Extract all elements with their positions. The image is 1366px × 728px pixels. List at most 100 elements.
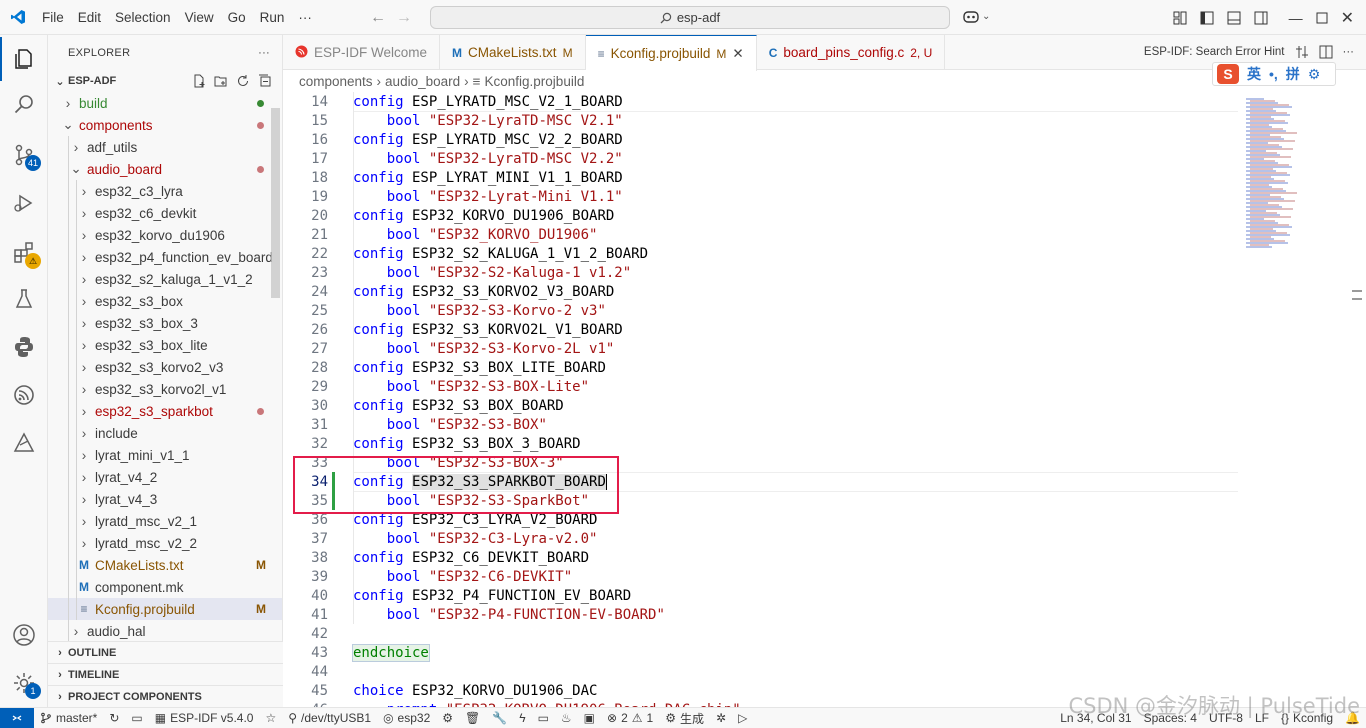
tree-item[interactable]: › esp32_s3_box (48, 290, 282, 312)
ime-settings-gear-icon[interactable]: ⚙ (1308, 66, 1321, 83)
encoding[interactable]: UTF-8 (1203, 711, 1249, 725)
command-center-search[interactable]: esp-adf (430, 6, 950, 29)
end-of-line[interactable]: LF (1249, 711, 1275, 725)
search-error-hint-button[interactable]: ESP-IDF: Search Error Hint (1144, 46, 1285, 58)
target-status[interactable]: ◎ esp32 (377, 711, 436, 725)
breadcrumb-item[interactable]: Kconfig.projbuild (485, 74, 585, 89)
code-editor[interactable]: 14 config ESP_LYRATD_MSC_V2_1_BOARD 15 boo… (283, 92, 1238, 707)
tree-item[interactable]: › esp32_s2_kaluga_1_v1_2 (48, 268, 282, 290)
tree-item[interactable]: › esp32_s3_korvo2l_v1 (48, 378, 282, 400)
new-folder-icon[interactable] (214, 74, 228, 88)
search-icon[interactable] (0, 83, 48, 127)
python-icon[interactable] (0, 325, 48, 369)
split-editor-icon[interactable] (1319, 45, 1333, 59)
debug-button[interactable]: ✲ (710, 711, 732, 725)
menu-view[interactable]: View (178, 0, 221, 35)
tree-item[interactable]: › lyratd_msc_v2_1 (48, 510, 282, 532)
minimap[interactable] (1238, 92, 1366, 707)
refresh-icon[interactable] (236, 74, 250, 88)
monitor-button[interactable]: ▭ (532, 711, 555, 725)
workspace-folder-button[interactable]: ▭ (125, 711, 148, 725)
new-file-icon[interactable] (192, 74, 206, 88)
tree-item[interactable]: › include (48, 422, 282, 444)
maximize-icon[interactable] (1316, 12, 1328, 24)
more-actions-icon[interactable]: ··· (1343, 46, 1355, 58)
tree-item[interactable]: › esp32_s3_box_3 (48, 312, 282, 334)
tree-item[interactable]: › esp32_c6_devkit (48, 202, 282, 224)
remote-indicator[interactable] (0, 707, 34, 728)
outline-panel-header[interactable]: › OUTLINE (48, 641, 283, 663)
graph-icon[interactable] (0, 421, 48, 465)
sync-button[interactable]: ↻ (103, 711, 125, 725)
close-tab-icon[interactable]: ✕ (732, 46, 743, 62)
ime-language-toggle[interactable]: 英 (1247, 64, 1261, 84)
menu-go[interactable]: Go (221, 0, 253, 35)
toggle-secondary-sidebar-icon[interactable] (1254, 11, 1268, 25)
esp-idf-icon[interactable] (0, 373, 48, 417)
extensions-icon[interactable]: ⚠ (0, 231, 48, 275)
tree-item[interactable]: › build (48, 92, 282, 114)
tree-item[interactable]: › esp32_s3_korvo2_v3 (48, 356, 282, 378)
tree-item[interactable]: › esp32_s3_box_lite (48, 334, 282, 356)
customize-layout-icon[interactable] (1173, 11, 1187, 25)
source-control-icon[interactable]: 41 (0, 133, 48, 177)
close-window-icon[interactable]: ✕ (1341, 8, 1354, 28)
tree-item[interactable]: ⌄ components (48, 114, 282, 136)
settings-button[interactable]: ⚙ (436, 711, 459, 725)
tree-item[interactable]: ⌄ audio_board (48, 158, 282, 180)
tree-item[interactable]: › lyrat_v4_3 (48, 488, 282, 510)
minimize-icon[interactable]: — (1281, 10, 1303, 26)
ime-punctuation-toggle[interactable]: •, (1269, 66, 1278, 82)
toggle-sidebar-icon[interactable] (1200, 11, 1214, 25)
forward-arrow-icon[interactable]: → (396, 9, 412, 27)
star-button[interactable]: ☆ (259, 711, 282, 725)
collapse-all-icon[interactable] (258, 74, 272, 88)
toggle-panel-icon[interactable] (1227, 11, 1241, 25)
notifications-button[interactable]: 🔔 (1339, 711, 1366, 725)
build-status[interactable]: ⚙ 生成 (659, 710, 710, 727)
workspace-root[interactable]: ⌄ ESP-ADF (48, 70, 282, 92)
menu-selection[interactable]: Selection (108, 0, 178, 35)
sidebar-scrollbar[interactable] (271, 108, 280, 298)
explorer-icon[interactable] (0, 37, 48, 81)
menu-more[interactable]: ··· (291, 0, 319, 35)
menu-edit[interactable]: Edit (71, 0, 108, 35)
tree-item[interactable]: › esp32_c3_lyra (48, 180, 282, 202)
tree-item[interactable]: › esp32_s3_sparkbot (48, 400, 282, 422)
idf-version-status[interactable]: ▦ ESP-IDF v5.4.0 (149, 711, 260, 725)
flame-button[interactable]: ♨ (555, 711, 578, 725)
timeline-panel-header[interactable]: › TIMELINE (48, 663, 283, 685)
tree-item[interactable]: › adf_utils (48, 136, 282, 158)
copilot-button[interactable]: ⌄ (962, 8, 990, 24)
ime-pinyin-toggle[interactable]: 拼 (1286, 64, 1300, 84)
tree-item[interactable]: › audio_hal (48, 620, 282, 642)
project-components-panel-header[interactable]: › PROJECT COMPONENTS (48, 685, 283, 707)
tree-item[interactable]: M CMakeLists.txt M (48, 554, 282, 576)
tree-item[interactable]: ≡ Kconfig.projbuild M (48, 598, 282, 620)
editor-tab[interactable]: M CMakeLists.txt M (440, 35, 586, 70)
tree-item[interactable]: Mcomponent.mk (48, 576, 282, 598)
scrollbar-indicator[interactable] (1352, 290, 1362, 300)
editor-tab[interactable]: Cboard_pins_config.c 2, U (757, 35, 946, 70)
testing-flask-icon[interactable] (0, 277, 48, 321)
editor-tab[interactable]: ESP-IDF Welcome (283, 35, 441, 70)
tree-item[interactable]: › lyrat_mini_v1_1 (48, 444, 282, 466)
explorer-more-button[interactable]: ··· (258, 47, 270, 59)
tree-item[interactable]: › lyrat_v4_2 (48, 466, 282, 488)
problems-status[interactable]: ⊗ 2 ⚠ 1 (601, 711, 659, 725)
flash-button[interactable]: ϟ (513, 711, 531, 725)
back-arrow-icon[interactable]: ← (370, 9, 386, 27)
run-debug-icon[interactable] (0, 181, 48, 225)
branch-status[interactable]: master* (34, 711, 103, 725)
menu-run[interactable]: Run (253, 0, 292, 35)
cursor-position[interactable]: Ln 34, Col 31 (1054, 711, 1137, 725)
indentation[interactable]: Spaces: 4 (1138, 711, 1203, 725)
compare-changes-icon[interactable] (1295, 45, 1309, 59)
port-status[interactable]: ⚲ /dev/ttyUSB1 (282, 711, 377, 725)
menu-file[interactable]: File (35, 0, 71, 35)
accounts-icon[interactable] (0, 613, 48, 657)
breadcrumb-item[interactable]: components (299, 74, 373, 89)
language-mode[interactable]: {} Kconfig (1275, 711, 1339, 725)
manage-gear-icon[interactable]: 1 (0, 661, 48, 705)
tree-item[interactable]: › esp32_p4_function_ev_board (48, 246, 282, 268)
